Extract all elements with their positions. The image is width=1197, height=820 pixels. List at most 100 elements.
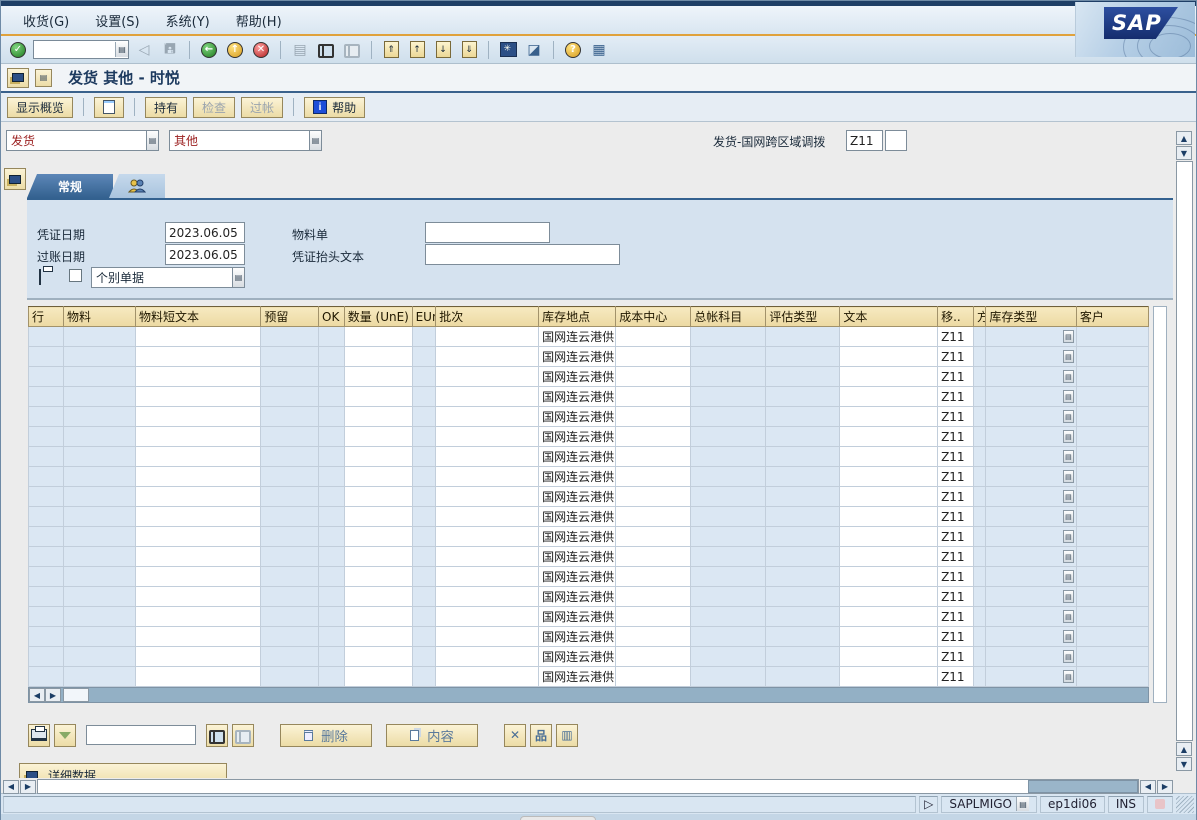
table-cell[interactable] <box>344 467 412 487</box>
table-cell[interactable]: 国网连云港供电 <box>539 547 616 567</box>
table-cell[interactable] <box>840 427 938 447</box>
table-cell[interactable] <box>29 467 64 487</box>
table-cell[interactable] <box>344 347 412 367</box>
table-cell[interactable] <box>691 327 766 347</box>
table-cell[interactable] <box>319 547 345 567</box>
table-cell[interactable] <box>616 667 691 687</box>
table-cell[interactable] <box>1076 327 1148 347</box>
table-cell[interactable]: 国网连云港供电 <box>539 567 616 587</box>
last-page-button[interactable]: ⇓ <box>458 39 480 60</box>
table-cell[interactable] <box>261 447 319 467</box>
table-cell[interactable] <box>29 647 64 667</box>
table-cell[interactable] <box>766 627 840 647</box>
table-cell[interactable] <box>412 467 436 487</box>
table-cell[interactable]: 国网连云港供电 <box>539 467 616 487</box>
table-cell[interactable] <box>261 327 319 347</box>
table-row[interactable]: 国网连云港供电Z11▤ <box>29 487 1149 507</box>
column-header[interactable]: 总帐科目 <box>691 307 766 327</box>
table-cell[interactable] <box>974 607 986 627</box>
table-cell[interactable] <box>63 527 135 547</box>
table-row[interactable]: 国网连云港供电Z11▤ <box>29 327 1149 347</box>
table-cell[interactable] <box>135 507 260 527</box>
table-cell[interactable] <box>344 487 412 507</box>
table-cell[interactable] <box>319 647 345 667</box>
table-cell[interactable] <box>1076 607 1148 627</box>
table-cell[interactable] <box>840 667 938 687</box>
table-cell[interactable] <box>135 367 260 387</box>
table-cell[interactable] <box>436 527 539 547</box>
table-cell[interactable] <box>135 327 260 347</box>
table-row[interactable]: 国网连云港供电Z11▤ <box>29 367 1149 387</box>
table-cell[interactable] <box>261 387 319 407</box>
table-cell[interactable] <box>766 387 840 407</box>
table-cell[interactable] <box>319 407 345 427</box>
column-header[interactable]: 预留 <box>261 307 319 327</box>
table-cell[interactable]: ▤ <box>986 347 1077 367</box>
table-cell[interactable] <box>63 487 135 507</box>
hscroll-right2-icon[interactable]: ▶ <box>1157 780 1173 794</box>
table-cell[interactable] <box>261 527 319 547</box>
table-cell[interactable] <box>29 427 64 447</box>
table-cell[interactable] <box>840 507 938 527</box>
table-cell[interactable]: 国网连云港供电 <box>539 387 616 407</box>
column-header[interactable]: 移.. <box>938 307 974 327</box>
prev-page-button[interactable]: ↑ <box>406 39 428 60</box>
table-cell[interactable] <box>691 427 766 447</box>
table-cell[interactable] <box>319 667 345 687</box>
table-cell[interactable]: ▤ <box>986 527 1077 547</box>
table-cell[interactable] <box>344 387 412 407</box>
table-cell[interactable] <box>319 467 345 487</box>
table-cell[interactable] <box>29 567 64 587</box>
table-cell[interactable] <box>344 667 412 687</box>
table-cell[interactable] <box>344 427 412 447</box>
table-cell[interactable] <box>766 647 840 667</box>
table-cell[interactable] <box>974 667 986 687</box>
table-cell[interactable] <box>974 327 986 347</box>
table-cell[interactable]: 国网连云港供电 <box>539 407 616 427</box>
table-scroll-left-icon[interactable]: ◀ <box>29 688 45 702</box>
table-row[interactable]: 国网连云港供电Z11▤ <box>29 427 1149 447</box>
table-cell[interactable] <box>691 347 766 367</box>
stock-type-dropdown-icon[interactable]: ▤ <box>1063 330 1074 343</box>
table-cell[interactable] <box>691 367 766 387</box>
table-cell[interactable] <box>344 507 412 527</box>
table-cell[interactable] <box>261 607 319 627</box>
table-cell[interactable]: 国网连云港供电 <box>539 627 616 647</box>
next-page-button[interactable]: ↓ <box>432 39 454 60</box>
table-cell[interactable]: ▤ <box>986 427 1077 447</box>
table-cell[interactable] <box>319 587 345 607</box>
table-cell[interactable] <box>974 567 986 587</box>
table-cell[interactable] <box>974 447 986 467</box>
table-cell[interactable] <box>261 567 319 587</box>
table-cell[interactable]: ▤ <box>986 367 1077 387</box>
table-cell[interactable] <box>436 347 539 367</box>
table-cell[interactable] <box>616 627 691 647</box>
table-row[interactable]: 国网连云港供电Z11▤ <box>29 667 1149 687</box>
table-cell[interactable] <box>63 407 135 427</box>
table-cell[interactable] <box>412 327 436 347</box>
table-cell[interactable] <box>412 407 436 427</box>
material-slip-field[interactable] <box>425 222 550 243</box>
table-cell[interactable] <box>1076 627 1148 647</box>
table-cell[interactable] <box>135 607 260 627</box>
command-history-icon[interactable]: ▤ <box>115 42 128 57</box>
table-cell[interactable] <box>29 587 64 607</box>
table-cell[interactable] <box>974 487 986 507</box>
table-cell[interactable] <box>344 547 412 567</box>
table-cell[interactable] <box>135 347 260 367</box>
status-program[interactable]: SAPLMIGO▤ <box>941 796 1037 813</box>
find-next-button[interactable] <box>341 39 363 60</box>
detail-data-button[interactable]: 详细数据 <box>19 763 227 778</box>
table-cell[interactable] <box>974 347 986 367</box>
table-cell[interactable] <box>691 447 766 467</box>
table-cell[interactable] <box>436 327 539 347</box>
posting-date-field[interactable]: 2023.06.05 <box>165 244 245 265</box>
table-cell[interactable] <box>63 347 135 367</box>
table-cell[interactable] <box>1076 407 1148 427</box>
table-cell[interactable] <box>319 507 345 527</box>
table-cell[interactable] <box>1076 507 1148 527</box>
table-cell[interactable] <box>319 447 345 467</box>
table-cell[interactable] <box>766 547 840 567</box>
table-row[interactable]: 国网连云港供电Z11▤ <box>29 507 1149 527</box>
close-detail-button[interactable]: ✕ <box>504 724 526 747</box>
